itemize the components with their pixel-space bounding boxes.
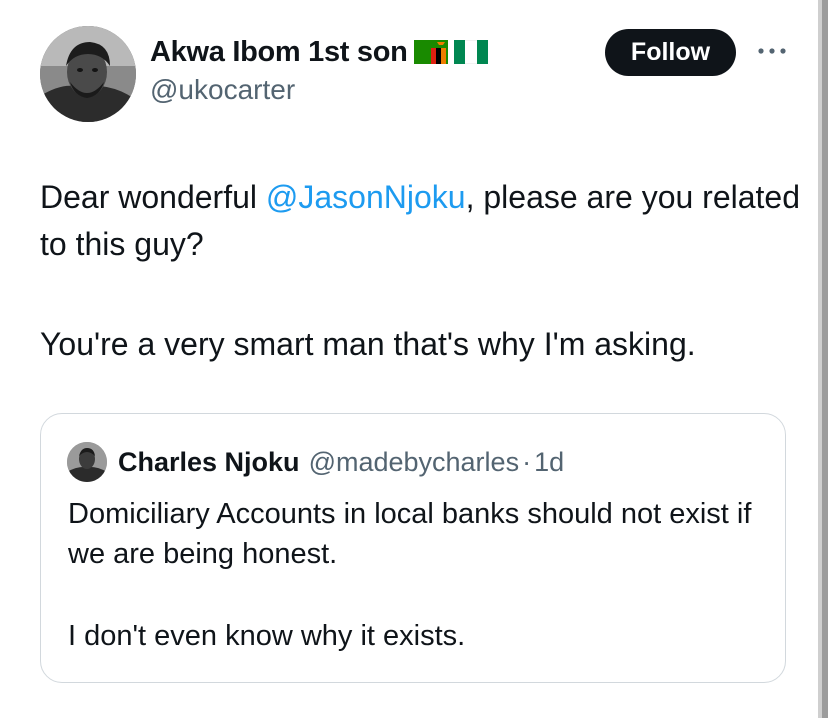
quoted-paragraph-2: I don't even know why it exists. [68,620,466,652]
quoted-display-name: Charles Njoku [118,446,300,477]
tweet-body: Dear wonderful @JasonNjoku, please are y… [40,174,800,368]
quoted-timestamp: 1d [534,446,565,477]
nigeria-flag-icon [453,40,488,64]
quoted-header: Charles Njoku @madebycharles · 1d [118,443,564,481]
author-avatar[interactable] [40,26,136,122]
author-display-name[interactable]: Akwa Ibom 1st son [150,36,408,69]
follow-button[interactable]: Follow [605,29,736,76]
tweet-paragraph-1: Dear wonderful @JasonNjoku, please are y… [40,174,800,268]
author-handle[interactable]: @ukocarter [150,74,295,106]
tweet-paragraph-2: You're a very smart man that's why I'm a… [40,326,696,362]
quoted-body: Domiciliary Accounts in local banks shou… [68,494,768,656]
zambia-flag-icon [413,40,448,64]
quoted-paragraph-1: Domiciliary Accounts in local banks shou… [68,498,752,570]
tweet-text-start: Dear wonderful [40,179,266,215]
quoted-author-avatar [67,442,107,482]
more-horizontal-icon[interactable] [755,44,789,56]
author-name-row: Akwa Ibom 1st son [150,32,488,72]
quoted-tweet-card[interactable]: Charles Njoku @madebycharles · 1d Domici… [40,413,786,683]
window-edge-shadow [822,0,828,718]
quoted-handle: @madebycharles [308,446,520,477]
separator-dot: · [522,446,532,477]
mention-link[interactable]: @JasonNjoku [266,179,466,215]
